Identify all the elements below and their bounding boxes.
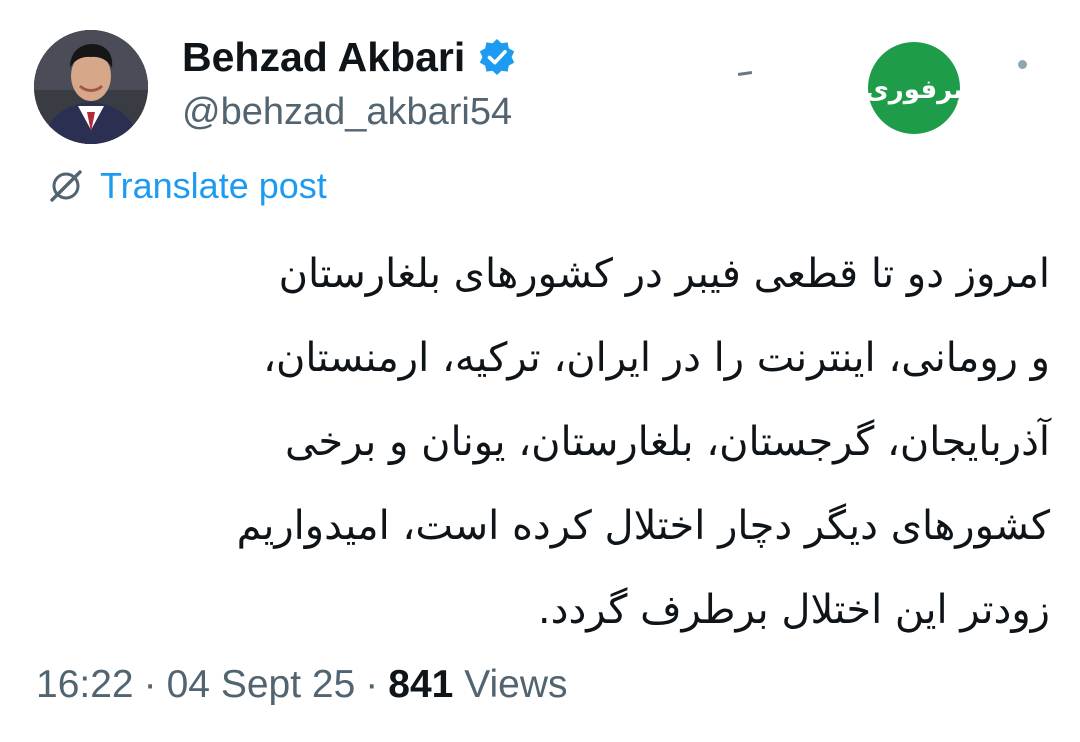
- globe-slash-icon: [50, 170, 82, 202]
- meta-separator: ·: [143, 663, 157, 706]
- stray-mark: [737, 71, 753, 76]
- brand-logo-text: برفوری: [866, 75, 962, 105]
- brand-logo: برفوری: [866, 42, 962, 134]
- meta-separator: ·: [365, 663, 379, 706]
- post-text-line: امروز دو تا قطعی فیبر در کشورهای بلغارست…: [278, 251, 1050, 297]
- post-text-line: زودتر این اختلال برطرف گردد.: [537, 587, 1050, 633]
- profile-photo: [34, 30, 148, 144]
- views-count[interactable]: 841: [388, 663, 453, 706]
- post-date[interactable]: 04 Sept 25: [167, 663, 356, 706]
- post-text: امروز دو تا قطعی فیبر در کشورهای بلغارست…: [40, 232, 1050, 652]
- translate-post-label: Translate post: [100, 165, 327, 206]
- avatar[interactable]: [34, 30, 148, 144]
- translate-post-button[interactable]: Translate post: [46, 164, 327, 208]
- views-label: Views: [464, 663, 568, 706]
- dot-icon[interactable]: [1018, 60, 1027, 69]
- post-text-line: و رومانی، اینترنت را در ایران، ترکیه، ار…: [263, 335, 1050, 381]
- author-display-name[interactable]: Behzad Akbari: [182, 32, 465, 82]
- verified-badge-icon: [480, 39, 515, 75]
- post-text-line: آذربایجان، گرجستان، بلغارستان، یونان و ب…: [285, 419, 1050, 465]
- author-name-row: Behzad Akbari: [182, 32, 517, 82]
- post-time[interactable]: 16:22: [36, 663, 134, 706]
- tweet-card: Behzad Akbari @behzad_akbari54 برفوری Tr…: [0, 0, 1080, 742]
- post-metadata: 16:22 · 04 Sept 25 · 841 Views: [36, 660, 568, 710]
- post-text-line: کشورهای دیگر دچار اختلال کرده است، امیدو…: [236, 503, 1050, 549]
- author-handle[interactable]: @behzad_akbari54: [182, 88, 512, 136]
